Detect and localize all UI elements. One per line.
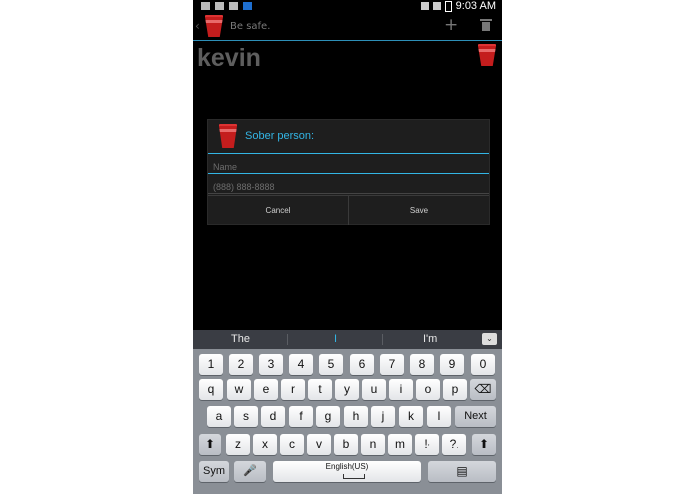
suggestion-divider [382, 334, 383, 345]
key-g[interactable]: g [316, 406, 340, 427]
key-t[interactable]: t [308, 379, 332, 400]
key-o[interactable]: o [416, 379, 440, 400]
next-key[interactable]: Next [455, 406, 496, 427]
suggestion-item[interactable]: I'm [423, 333, 437, 345]
phone-field-wrapper [208, 175, 489, 196]
sober-person-dialog: Sober person: Cancel Save [207, 119, 490, 225]
suggestion-item[interactable]: The [231, 333, 250, 345]
collapse-keyboard-icon[interactable]: ⌄ [482, 333, 497, 345]
add-icon[interactable]: + [444, 17, 458, 34]
action-bar: ‹ Be safe. + [193, 13, 502, 41]
cancel-button[interactable]: Cancel [208, 196, 348, 225]
key-x[interactable]: x [253, 434, 277, 455]
key-v[interactable]: v [307, 434, 331, 455]
status-bar: 9:03 AM [193, 0, 502, 13]
key-c[interactable]: c [280, 434, 304, 455]
trash-icon[interactable] [480, 19, 492, 31]
status-time: 9:03 AM [455, 0, 496, 12]
name-field-wrapper [208, 155, 489, 176]
name-field-underline [208, 173, 489, 174]
key-e[interactable]: e [254, 379, 278, 400]
app-title: Be safe. [230, 21, 271, 32]
key-h[interactable]: h [344, 406, 368, 427]
key-9[interactable]: 9 [440, 354, 464, 375]
key-7[interactable]: 7 [380, 354, 404, 375]
backspace-key[interactable]: ⌫ [470, 379, 496, 400]
microphone-icon[interactable]: 🎤 [234, 461, 266, 482]
clipboard-icon[interactable]: ▤ [428, 461, 496, 482]
save-button[interactable]: Save [349, 196, 489, 225]
suggestion-divider [287, 334, 288, 345]
notification-icon [243, 2, 252, 10]
key-u[interactable]: u [362, 379, 386, 400]
key-exclamation[interactable]: !, [415, 434, 439, 455]
key-s[interactable]: s [234, 406, 258, 427]
action-bar-divider [193, 40, 502, 41]
key-j[interactable]: j [371, 406, 395, 427]
key-question[interactable]: ?. [442, 434, 466, 455]
key-f[interactable]: f [289, 406, 313, 427]
key-q[interactable]: q [199, 379, 223, 400]
dialog-title: Sober person: [245, 130, 315, 142]
key-b[interactable]: b [334, 434, 358, 455]
key-n[interactable]: n [361, 434, 385, 455]
red-cup-icon [219, 124, 237, 148]
dialog-title-divider [208, 153, 489, 154]
key-comma-sub: , [427, 440, 430, 447]
wifi-icon [432, 2, 441, 10]
key-d[interactable]: d [261, 406, 285, 427]
dialog-button-row: Cancel Save [208, 195, 489, 225]
space-key-language: English(US) [325, 462, 369, 471]
key-z[interactable]: z [226, 434, 250, 455]
key-r[interactable]: r [281, 379, 305, 400]
back-icon[interactable]: ‹ [195, 19, 200, 33]
key-0[interactable]: 0 [471, 354, 495, 375]
space-key[interactable]: English(US) [273, 461, 421, 482]
battery-icon [444, 0, 452, 12]
key-2[interactable]: 2 [229, 354, 253, 375]
key-5[interactable]: 5 [319, 354, 343, 375]
keyboard-icon [215, 2, 224, 10]
key-period-sub: . [456, 443, 459, 450]
shift-key-left[interactable]: ⬆ [199, 434, 221, 455]
key-4[interactable]: 4 [289, 354, 313, 375]
person-name-heading: kevin [197, 44, 261, 72]
mute-icon [420, 2, 429, 10]
suggestion-item[interactable]: I [334, 333, 337, 345]
key-a[interactable]: a [207, 406, 231, 427]
key-3[interactable]: 3 [259, 354, 283, 375]
phone-screen: 9:03 AM ‹ Be safe. + kevin Sober person: [193, 0, 502, 494]
key-w[interactable]: w [227, 379, 251, 400]
key-p[interactable]: p [443, 379, 467, 400]
phone-field-underline [208, 193, 489, 194]
key-m[interactable]: m [388, 434, 412, 455]
key-1[interactable]: 1 [199, 354, 223, 375]
red-cup-icon[interactable] [205, 15, 223, 37]
key-i[interactable]: i [389, 379, 413, 400]
sym-key[interactable]: Sym [199, 461, 229, 482]
key-k[interactable]: k [399, 406, 423, 427]
key-l[interactable]: l [427, 406, 451, 427]
keyboard: 1 2 3 4 5 6 7 8 9 0 q w e r t y u i o p … [193, 349, 502, 494]
image-icon [229, 2, 238, 10]
key-y[interactable]: y [335, 379, 359, 400]
usb-icon [201, 2, 210, 10]
shift-key-right[interactable]: ⬆ [472, 434, 496, 455]
key-6[interactable]: 6 [350, 354, 374, 375]
key-8[interactable]: 8 [410, 354, 434, 375]
spacebar-icon [343, 474, 365, 479]
suggestion-strip: The I I'm ⌄ [193, 330, 502, 349]
red-cup-icon[interactable] [478, 44, 496, 66]
